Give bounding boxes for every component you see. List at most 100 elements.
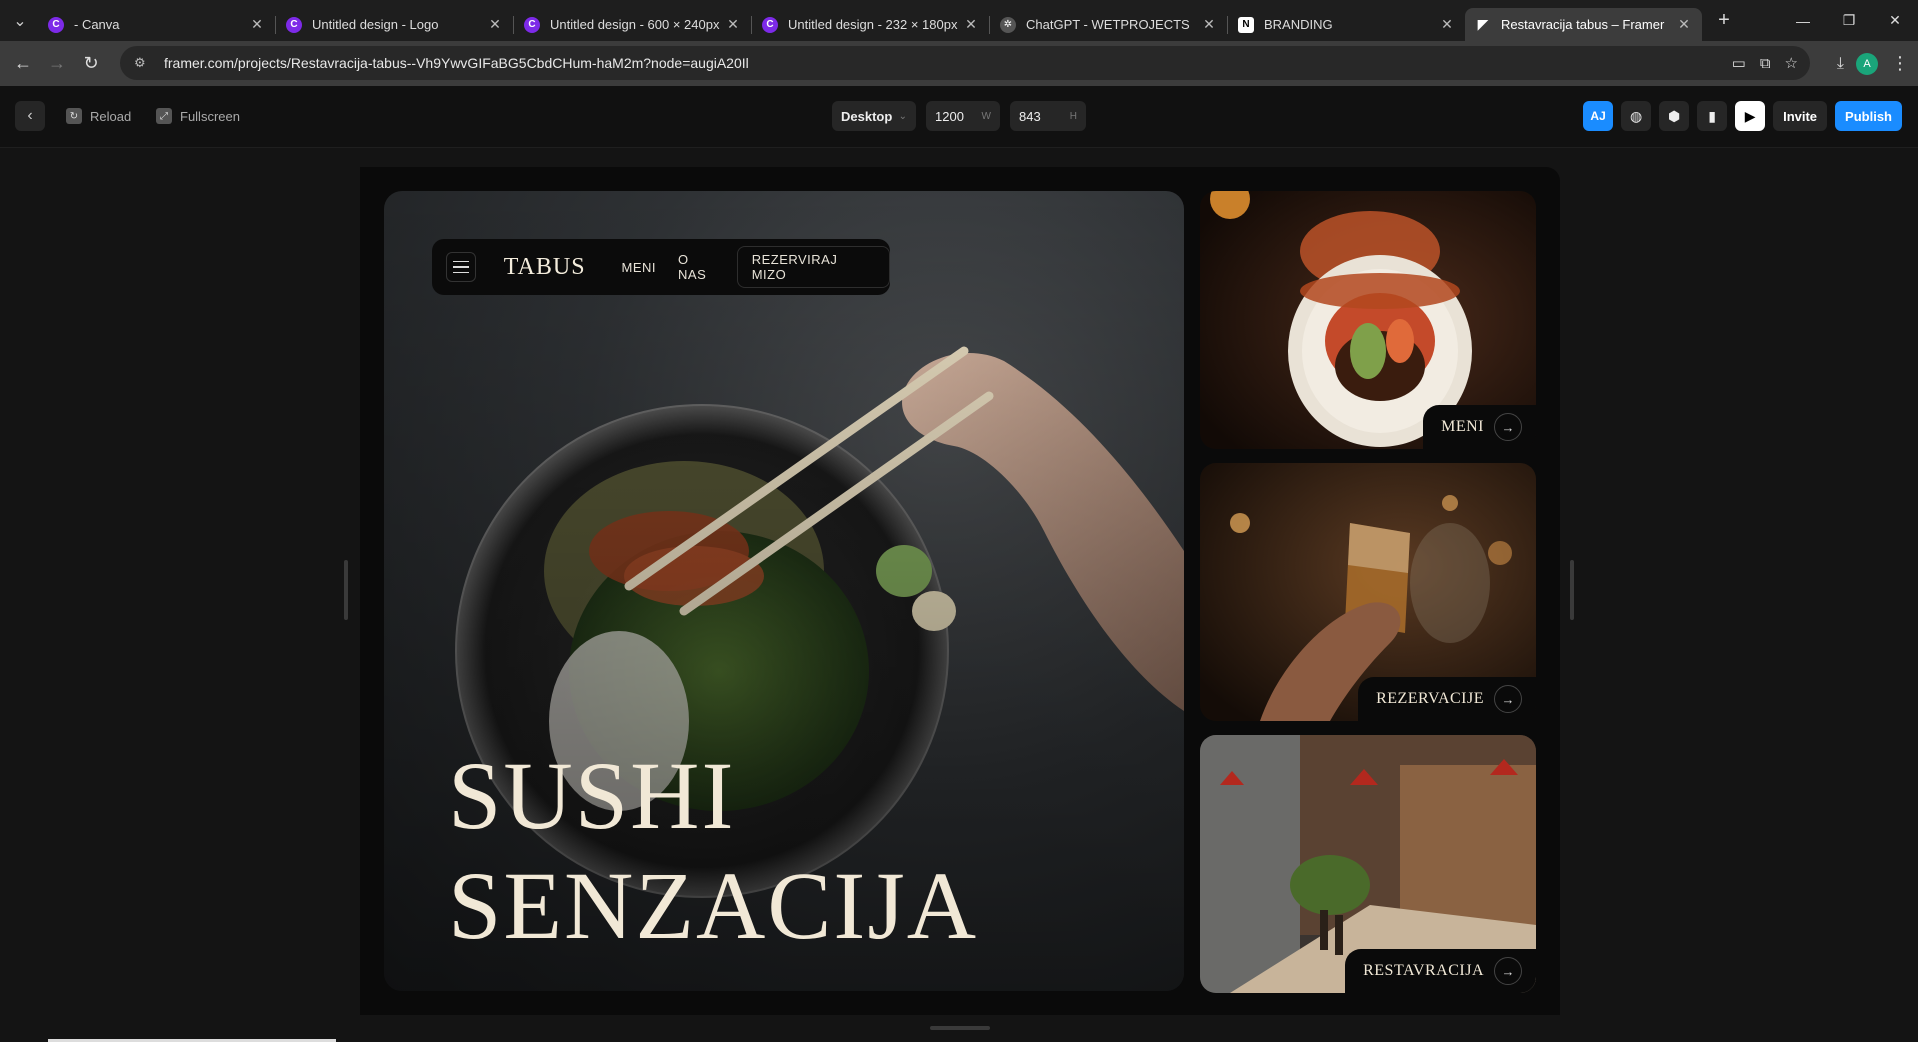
site-logo[interactable]: TABUS bbox=[504, 254, 586, 281]
browser-tab[interactable]: C Untitled design - 232 × 180px ✕ bbox=[752, 8, 989, 41]
nav-link-meni[interactable]: MENI bbox=[622, 260, 657, 275]
install-app-icon[interactable]: ⧉ bbox=[1760, 55, 1771, 72]
back-chevron-icon[interactable]: ‹ bbox=[15, 101, 45, 131]
close-icon[interactable]: ✕ bbox=[249, 16, 265, 33]
hero-title: SUSHI SENZACIJA bbox=[448, 741, 978, 961]
fullscreen-icon: ⤢ bbox=[156, 108, 172, 124]
omnibox-actions: ▭ ⧉ ☆ bbox=[1732, 46, 1798, 80]
nav-link-o-nas[interactable]: O NAS bbox=[678, 252, 721, 282]
card-title: RESTAVRACIJA bbox=[1363, 962, 1484, 979]
tab-title: ChatGPT - WETPROJECTS bbox=[1026, 17, 1190, 32]
chevron-down-icon: ⌄ bbox=[898, 110, 907, 122]
site-preview: TABUS MENI O NAS REZERVIRAJ MIZO SUSHI S… bbox=[360, 167, 1560, 1015]
site-settings-icon[interactable]: ⚙ bbox=[134, 55, 150, 71]
height-input[interactable]: 843 H bbox=[1010, 101, 1086, 131]
hero-title-line1: SUSHI bbox=[448, 742, 736, 849]
new-tab-icon[interactable]: + bbox=[1710, 7, 1738, 35]
card-label: REZERVACIJE → bbox=[1358, 677, 1536, 721]
browser-tab-active[interactable]: ◤ Restavracija tabus – Framer ✕ bbox=[1465, 8, 1702, 41]
close-icon[interactable]: ✕ bbox=[1439, 16, 1455, 33]
play-icon[interactable]: ▶ bbox=[1735, 101, 1766, 131]
tab-title: Untitled design - Logo bbox=[312, 17, 439, 32]
restore-icon[interactable]: ❐ bbox=[1826, 0, 1872, 41]
card-meni[interactable]: MENI → bbox=[1200, 191, 1536, 449]
minimize-icon[interactable]: — bbox=[1780, 0, 1826, 41]
width-value: 1200 bbox=[935, 108, 964, 124]
url-bar[interactable]: ⚙ framer.com/projects/Restavracija-tabus… bbox=[120, 46, 1810, 80]
forward-arrow-icon[interactable]: → bbox=[40, 47, 74, 81]
card-restavracija[interactable]: RESTAVRACIJA → bbox=[1200, 735, 1536, 993]
card-title: MENI bbox=[1441, 418, 1484, 435]
clipboard-icon[interactable]: ▭ bbox=[1732, 54, 1746, 72]
address-bar-row: ← → ↻ ⚙ framer.com/projects/Restavracija… bbox=[0, 41, 1918, 86]
resize-handle-bottom[interactable] bbox=[930, 1026, 990, 1030]
download-icon[interactable]: ⤓ bbox=[1837, 55, 1844, 73]
framer-icon: ◤ bbox=[1477, 16, 1489, 32]
canva-icon: C bbox=[524, 16, 540, 33]
profile-avatar[interactable]: A bbox=[1856, 52, 1878, 75]
canva-icon: C bbox=[286, 16, 302, 33]
browser-tab[interactable]: C Untitled design - Logo ✕ bbox=[276, 8, 513, 41]
back-arrow-icon[interactable]: ← bbox=[6, 47, 40, 81]
publish-button[interactable]: Publish bbox=[1835, 101, 1902, 131]
reload-icon: ↻ bbox=[66, 108, 82, 124]
tab-title: - Canva bbox=[74, 17, 120, 32]
resize-handle-right[interactable] bbox=[1570, 560, 1574, 620]
width-suffix: W bbox=[981, 110, 991, 122]
close-icon[interactable]: ✕ bbox=[963, 16, 979, 33]
hero-section: TABUS MENI O NAS REZERVIRAJ MIZO SUSHI S… bbox=[384, 191, 1184, 991]
reserve-table-button[interactable]: REZERVIRAJ MIZO bbox=[736, 246, 890, 288]
browser-tab[interactable]: N BRANDING ✕ bbox=[1228, 8, 1465, 41]
device-value: Desktop bbox=[841, 108, 893, 124]
card-rezervacije[interactable]: REZERVACIJE → bbox=[1200, 463, 1536, 721]
window-controls: — ❐ ✕ bbox=[1780, 0, 1918, 41]
tab-title: Restavracija tabus – Framer bbox=[1501, 17, 1665, 32]
toolbar-actions: AJ ◍ ⬢ ▮ ▶ Invite Publish bbox=[1583, 101, 1902, 131]
card-label: RESTAVRACIJA → bbox=[1345, 949, 1536, 993]
toolbar-right: ⤓ A ⋮ bbox=[1837, 41, 1910, 86]
reload-button[interactable]: ↻ Reload bbox=[66, 101, 131, 131]
invite-button[interactable]: Invite bbox=[1773, 101, 1828, 131]
arrow-right-icon[interactable]: → bbox=[1494, 685, 1522, 713]
canva-icon: C bbox=[762, 16, 778, 33]
more-menu-icon[interactable]: ⋮ bbox=[1890, 53, 1910, 74]
card-label: MENI → bbox=[1423, 405, 1536, 449]
tab-title: Untitled design - 232 × 180px bbox=[788, 17, 958, 32]
settings-icon[interactable]: ⬢ bbox=[1659, 101, 1690, 131]
arrow-right-icon[interactable]: → bbox=[1494, 957, 1522, 985]
close-icon[interactable]: ✕ bbox=[1201, 16, 1217, 33]
resize-handle-left[interactable] bbox=[344, 560, 348, 620]
close-icon[interactable]: ✕ bbox=[1676, 16, 1692, 33]
tab-search-chevron-icon[interactable]: ⌄ bbox=[8, 9, 32, 33]
device-select[interactable]: Desktop ⌄ bbox=[832, 101, 916, 131]
reload-label: Reload bbox=[90, 108, 132, 124]
browser-tab[interactable]: ✲ ChatGPT - WETPROJECTS ✕ bbox=[990, 8, 1227, 41]
width-input[interactable]: 1200 W bbox=[926, 101, 1000, 131]
globe-icon[interactable]: ◍ bbox=[1621, 101, 1652, 131]
close-icon[interactable]: ✕ bbox=[487, 16, 503, 33]
close-window-icon[interactable]: ✕ bbox=[1872, 0, 1918, 41]
browser-tab-strip: ⌄ C - Canva ✕ C Untitled design - Logo ✕… bbox=[0, 0, 1918, 41]
arrow-right-icon[interactable]: → bbox=[1494, 413, 1522, 441]
height-value: 843 bbox=[1019, 108, 1041, 124]
user-avatar[interactable]: AJ bbox=[1583, 101, 1614, 131]
analytics-icon[interactable]: ▮ bbox=[1697, 101, 1728, 131]
site-navbar: TABUS MENI O NAS REZERVIRAJ MIZO bbox=[432, 239, 890, 295]
notion-icon: N bbox=[1238, 16, 1254, 33]
tab-title: BRANDING bbox=[1264, 17, 1333, 32]
hamburger-menu-icon[interactable] bbox=[446, 252, 476, 282]
fullscreen-label: Fullscreen bbox=[180, 108, 240, 124]
reload-icon[interactable]: ↻ bbox=[74, 47, 108, 81]
browser-tab[interactable]: C - Canva ✕ bbox=[38, 8, 275, 41]
chatgpt-icon: ✲ bbox=[1000, 16, 1016, 33]
fullscreen-button[interactable]: ⤢ Fullscreen bbox=[156, 101, 240, 131]
browser-tab[interactable]: C Untitled design - 600 × 240px ✕ bbox=[514, 8, 751, 41]
card-title: REZERVACIJE bbox=[1376, 690, 1484, 707]
close-icon[interactable]: ✕ bbox=[725, 16, 741, 33]
tab-title: Untitled design - 600 × 240px bbox=[550, 17, 720, 32]
url-text[interactable]: framer.com/projects/Restavracija-tabus--… bbox=[164, 55, 749, 71]
framer-preview-toolbar: ‹ ↻ Reload ⤢ Fullscreen Desktop ⌄ 1200 W… bbox=[0, 86, 1918, 148]
canva-icon: C bbox=[48, 16, 64, 33]
bookmark-star-icon[interactable]: ☆ bbox=[1785, 54, 1798, 72]
hero-title-line2: SENZACIJA bbox=[448, 852, 979, 959]
